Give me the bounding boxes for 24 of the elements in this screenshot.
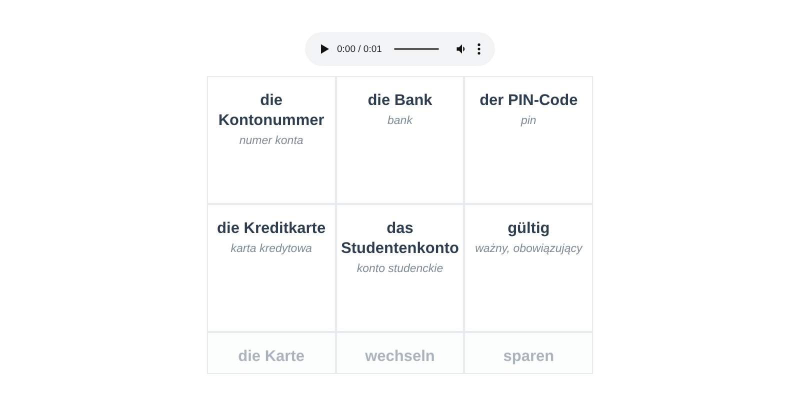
translation: pin — [520, 115, 536, 127]
german-word: der PIN-Code — [480, 91, 578, 111]
more-options-icon[interactable] — [477, 43, 481, 55]
german-word: die Kontonummer — [217, 91, 326, 131]
flashcard[interactable]: gültig ważny, obowiązujący — [465, 205, 592, 331]
german-word: wechseln — [365, 347, 435, 367]
translation: bank — [388, 115, 412, 127]
playback-time: 0:00 / 0:01 — [337, 44, 382, 54]
german-word: die Kreditkarte — [217, 219, 326, 239]
translation: karta kredytowa — [230, 243, 312, 255]
flashcard[interactable]: die Kreditkarte karta kredytowa — [208, 205, 335, 331]
translation: numer konta — [239, 135, 304, 147]
german-word: die Karte — [238, 347, 304, 367]
translation: konto studenckie — [356, 263, 444, 275]
flashcard[interactable]: das Studentenkonto konto studenckie — [336, 205, 464, 331]
german-word: das Studentenkonto — [340, 219, 460, 259]
german-word: gültig — [508, 219, 550, 239]
flashcard[interactable]: der PIN-Code pin — [465, 77, 592, 203]
german-word: die Bank — [368, 91, 432, 111]
german-word: sparen — [503, 347, 554, 367]
play-icon[interactable] — [321, 44, 329, 54]
flashcard[interactable]: die Kontonummer numer konta — [208, 77, 335, 203]
flashcard[interactable]: die Bank bank — [336, 77, 464, 203]
translation: ważny, obowiązujący — [475, 243, 582, 255]
